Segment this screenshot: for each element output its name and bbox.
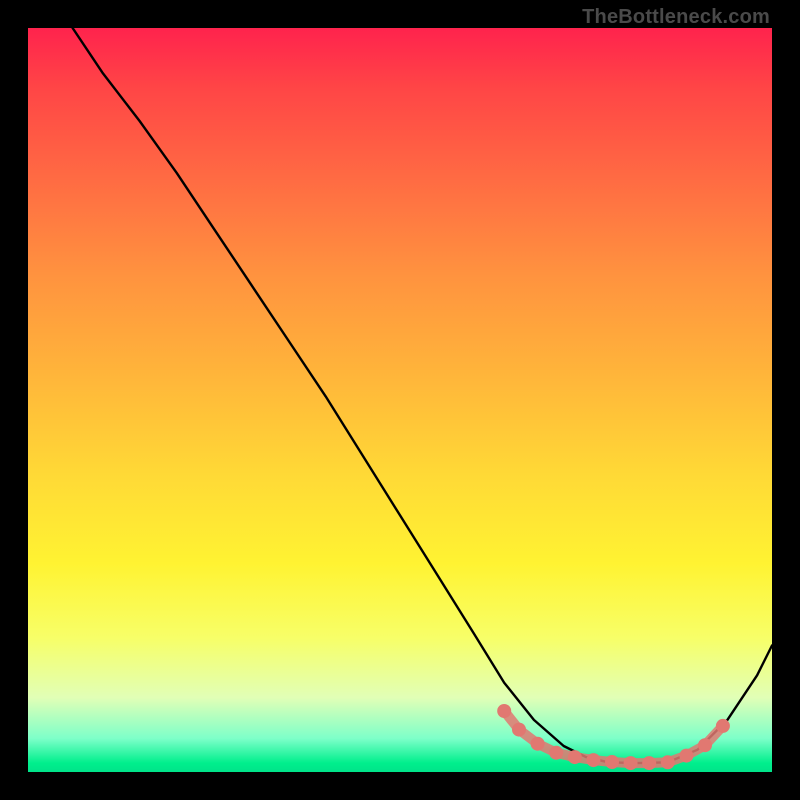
attribution-text: TheBottleneck.com: [582, 6, 770, 29]
plot-gradient-background: [28, 28, 772, 772]
chart-container: [28, 28, 772, 772]
